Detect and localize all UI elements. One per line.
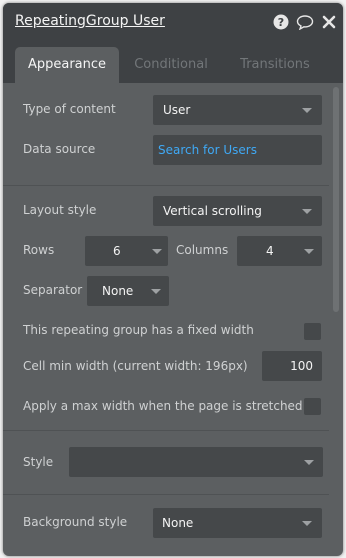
max-width-checkbox[interactable] [304, 398, 321, 415]
chevron-down-icon [304, 249, 314, 254]
background-style-label: Background style [23, 515, 128, 529]
section-divider [3, 430, 329, 431]
cell-min-width-label: Cell min width (current width: 196px) [23, 359, 248, 373]
fixed-width-checkbox[interactable] [304, 323, 321, 340]
tab-transitions[interactable]: Transitions [223, 47, 327, 83]
separator-label: Separator [23, 283, 83, 297]
data-source-expression[interactable]: Search for Users [158, 135, 257, 165]
section-divider [3, 494, 329, 495]
separator-dropdown[interactable]: None [87, 276, 169, 306]
tab-appearance[interactable]: Appearance [15, 47, 119, 83]
chevron-down-icon [302, 108, 312, 113]
background-style-dropdown[interactable]: None [153, 508, 322, 538]
section-divider [3, 185, 329, 186]
property-editor-panel: RepeatingGroup User ? Appearance Conditi… [3, 3, 343, 556]
tab-bar: Appearance Conditional Transitions [3, 43, 343, 83]
chevron-down-icon [302, 521, 312, 526]
rows-dropdown[interactable]: 6 [85, 236, 168, 266]
cell-min-width-value: 100 [290, 359, 313, 373]
element-name-title[interactable]: RepeatingGroup User [15, 13, 165, 29]
chevron-down-icon [152, 249, 162, 254]
data-source-field[interactable]: Search for Users [153, 135, 322, 165]
type-of-content-label: Type of content [23, 102, 116, 116]
layout-style-dropdown[interactable]: Vertical scrolling [153, 196, 322, 226]
type-of-content-dropdown[interactable]: User [153, 95, 322, 125]
separator-value: None [102, 284, 134, 298]
max-width-label: Apply a max width when the page is stret… [23, 399, 303, 413]
background-style-value: None [162, 516, 194, 530]
cell-min-width-input[interactable]: 100 [262, 351, 322, 381]
fixed-width-label: This repeating group has a fixed width [23, 323, 254, 337]
rows-value: 6 [113, 244, 121, 258]
style-label: Style [23, 455, 54, 469]
style-dropdown[interactable] [69, 447, 323, 477]
chevron-down-icon [304, 460, 314, 465]
svg-text:?: ? [278, 16, 284, 29]
scrollbar-thumb[interactable] [333, 87, 339, 312]
tab-conditional[interactable]: Conditional [119, 47, 223, 83]
panel-header: RepeatingGroup User ? [3, 3, 343, 43]
columns-label: Columns [176, 243, 229, 257]
speech-bubble-icon[interactable] [296, 14, 314, 30]
layout-style-value: Vertical scrolling [163, 204, 262, 218]
type-of-content-value: User [163, 103, 191, 117]
layout-style-label: Layout style [23, 203, 97, 217]
data-source-label: Data source [23, 142, 96, 156]
chevron-down-icon [302, 209, 312, 214]
columns-dropdown[interactable]: 4 [237, 236, 322, 266]
rows-label: Rows [23, 243, 55, 257]
chevron-down-icon [151, 289, 161, 294]
columns-value: 4 [266, 244, 274, 258]
close-icon[interactable] [322, 14, 336, 30]
question-circle-icon[interactable]: ? [273, 14, 289, 30]
